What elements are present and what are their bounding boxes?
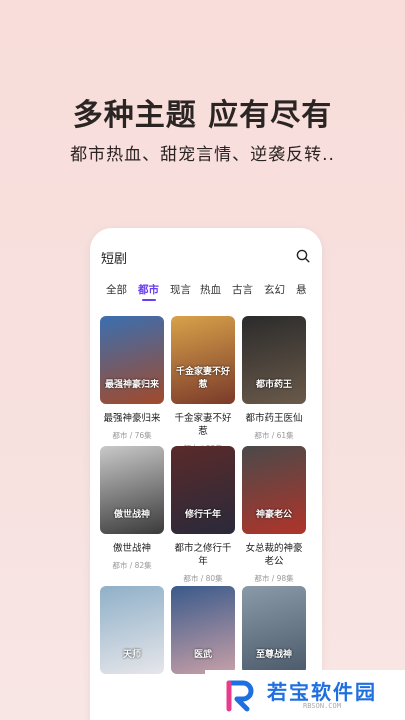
search-icon[interactable] [296, 249, 310, 263]
drama-title[interactable]: 女总裁的神豪老公 [242, 542, 306, 568]
drama-title[interactable]: 都市药王医仙 [242, 412, 306, 425]
category-tabs: 全部 都市 现言 热血 古言 玄幻 悬 [90, 282, 322, 302]
drama-poster[interactable]: 至尊战神 [242, 586, 306, 674]
tab-ancient-romance[interactable]: 古言 [232, 282, 253, 297]
drama-poster[interactable]: 都市药王 [242, 316, 306, 404]
active-tab-indicator [141, 299, 156, 301]
drama-poster[interactable]: 修行千年 [171, 446, 235, 534]
poster-title-art: 千金家妻不好惹 [175, 367, 230, 390]
tab-city[interactable]: 都市 [138, 282, 159, 301]
drama-title[interactable]: 千金家妻不好惹 [171, 412, 235, 438]
watermark-url: RBSON.COM [303, 702, 341, 710]
rbson-logo-icon [226, 680, 254, 712]
drama-card[interactable]: 神豪老公 女总裁的神豪老公 都市 / 98集 [242, 446, 306, 584]
poster-title-art: 都市药王 [255, 380, 292, 390]
drama-title[interactable]: 都市之修行千年 [171, 542, 235, 568]
drama-card[interactable]: 至尊战神 [242, 586, 306, 674]
drama-card[interactable]: 最强神豪归来 最强神豪归来 都市 / 76集 [100, 316, 164, 441]
drama-card[interactable]: 千金家妻不好惹 千金家妻不好惹 都市 / 88集 [171, 316, 235, 454]
search-bar[interactable]: 短剧 [90, 246, 322, 268]
drama-poster[interactable]: 傲世战神 [100, 446, 164, 534]
poster-title-art: 天师 [122, 650, 141, 660]
drama-poster[interactable]: 最强神豪归来 [100, 316, 164, 404]
drama-poster[interactable]: 医武 [171, 586, 235, 674]
hero-headline: 多种主题 应有尽有 [72, 98, 333, 133]
tab-modern-romance[interactable]: 现言 [170, 282, 191, 297]
tab-fantasy[interactable]: 玄幻 [264, 282, 285, 297]
drama-poster[interactable]: 天师 [100, 586, 164, 674]
drama-title[interactable]: 傲世战神 [100, 542, 164, 555]
drama-meta: 都市 / 98集 [254, 574, 294, 583]
phone-screen: 短剧 全部 都市 现言 热血 古言 玄幻 悬 最强神豪归来 最强神豪归来 都市 … [90, 228, 322, 720]
drama-card[interactable]: 天师 [100, 586, 164, 674]
watermark-banner: 若宝软件园 RBSON.COM [205, 670, 405, 720]
drama-card[interactable]: 傲世战神 傲世战神 都市 / 82集 [100, 446, 164, 571]
drama-card[interactable]: 修行千年 都市之修行千年 都市 / 80集 [171, 446, 235, 584]
poster-title-art: 至尊战神 [255, 650, 292, 660]
drama-card[interactable]: 都市药王 都市药王医仙 都市 / 61集 [242, 316, 306, 441]
poster-title-art: 神豪老公 [255, 510, 292, 520]
tab-all[interactable]: 全部 [106, 282, 127, 297]
drama-meta: 都市 / 80集 [183, 574, 223, 583]
drama-title[interactable]: 最强神豪归来 [100, 412, 164, 425]
drama-card[interactable]: 医武 [171, 586, 235, 674]
poster-title-art: 最强神豪归来 [104, 380, 159, 390]
hero-subline: 都市热血、甜宠言情、逆袭反转.. [70, 145, 335, 165]
drama-meta: 都市 / 82集 [112, 561, 152, 570]
tab-hot-blood[interactable]: 热血 [200, 282, 221, 297]
poster-title-art: 傲世战神 [113, 510, 150, 520]
drama-poster[interactable]: 千金家妻不好惹 [171, 316, 235, 404]
drama-poster[interactable]: 神豪老公 [242, 446, 306, 534]
poster-title-art: 修行千年 [184, 510, 221, 520]
watermark-text: 若宝软件园 [267, 680, 377, 704]
poster-title-art: 医武 [193, 650, 212, 660]
drama-meta: 都市 / 61集 [254, 431, 294, 440]
search-title: 短剧 [101, 252, 128, 267]
tab-suspense[interactable]: 悬 [296, 282, 307, 297]
drama-meta: 都市 / 76集 [112, 431, 152, 440]
